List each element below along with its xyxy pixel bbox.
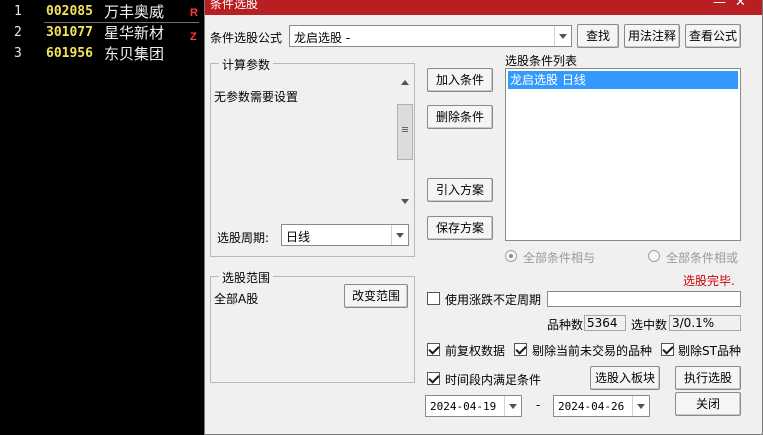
all-and-label: 全部条件相与	[523, 251, 596, 265]
all-or-radio[interactable]	[648, 250, 660, 262]
prior-adjust-label: 前复权数据	[445, 344, 506, 358]
chevron-down-icon[interactable]	[554, 26, 571, 46]
all-or-label: 全部条件相或	[666, 251, 739, 265]
time-range-label: 时间段内满足条件	[445, 373, 542, 387]
range-group: 选股范围 全部A股 改变范围	[210, 269, 415, 383]
exclude-untraded-label: 剔除当前未交易的品种	[532, 344, 653, 358]
params-scrollbar[interactable]	[397, 76, 413, 208]
exclude-st-label: 剔除ST品种	[678, 344, 741, 358]
scroll-thumb[interactable]	[397, 104, 413, 160]
scroll-up-icon[interactable]	[401, 80, 409, 85]
use-limit-period-checkbox[interactable]	[427, 292, 440, 305]
period-select-value: 日线	[286, 230, 311, 244]
date-to-value: 2024-04-26	[558, 400, 625, 413]
stock-code: 601956	[46, 46, 93, 61]
scroll-down-icon[interactable]	[401, 199, 409, 204]
stock-tag: R	[190, 7, 198, 19]
stock-code: 002085	[46, 4, 93, 19]
usage-notes-button[interactable]: 用法注释	[624, 24, 680, 48]
save-plan-button[interactable]: 保存方案	[427, 216, 493, 240]
period-label: 选股周期:	[217, 231, 270, 245]
params-group-title: 计算参数	[219, 56, 274, 73]
stock-code: 301077	[46, 25, 93, 40]
params-text: 无参数需要设置	[214, 90, 299, 104]
status-text: 选股完毕.	[683, 274, 735, 288]
to-block-button[interactable]: 选股入板块	[590, 366, 660, 390]
close-icon[interactable]: ✕	[735, 0, 746, 10]
stock-index: 3	[14, 46, 22, 61]
stock-name: 万丰奥威	[104, 3, 165, 21]
delete-condition-button[interactable]: 删除条件	[427, 105, 493, 129]
conditions-list-label: 选股条件列表	[505, 54, 578, 68]
period-select[interactable]: 日线	[281, 224, 409, 246]
import-plan-button[interactable]: 引入方案	[427, 178, 493, 202]
limit-period-input[interactable]	[547, 291, 741, 307]
chevron-down-icon[interactable]	[632, 396, 649, 416]
selected-count-label: 选中数	[631, 318, 668, 332]
view-formula-button[interactable]: 查看公式	[685, 24, 741, 48]
all-and-radio[interactable]	[505, 250, 517, 262]
formula-label: 条件选股公式	[210, 31, 283, 45]
add-condition-button[interactable]: 加入条件	[427, 68, 493, 92]
dialog-title: 条件选股	[210, 0, 259, 11]
stock-name: 东贝集团	[104, 45, 165, 63]
selected-count: 3/0.1%	[669, 315, 741, 331]
use-limit-period-label: 使用涨跌不定周期	[445, 293, 542, 307]
date-separator: -	[536, 398, 541, 412]
stock-index: 2	[14, 25, 22, 40]
conditions-list[interactable]: 龙启选股 日线	[505, 68, 741, 241]
formula-select-value: 龙启选股 -	[294, 31, 351, 45]
params-group: 计算参数 无参数需要设置 选股周期: 日线	[210, 56, 415, 257]
time-range-checkbox[interactable]	[427, 372, 440, 385]
minimize-icon[interactable]: —	[713, 0, 726, 10]
date-to-picker[interactable]: 2024-04-26	[553, 395, 650, 417]
stock-name: 星华新材	[104, 24, 165, 42]
title-bar[interactable]: 条件选股 — ✕	[205, 0, 762, 15]
change-range-button[interactable]: 改变范围	[344, 284, 408, 308]
stock-list: 1 002085 万丰奥威 R 2 301077 星华新材 Z 3 601956…	[0, 0, 205, 435]
execute-button[interactable]: 执行选股	[675, 366, 741, 390]
chevron-down-icon[interactable]	[504, 396, 521, 416]
range-value: 全部A股	[214, 292, 259, 306]
chevron-down-icon[interactable]	[391, 225, 408, 245]
variety-count: 5364	[584, 315, 626, 331]
formula-select[interactable]: 龙启选股 -	[289, 25, 572, 47]
exclude-st-checkbox[interactable]	[661, 343, 674, 356]
prior-adjust-checkbox[interactable]	[427, 343, 440, 356]
date-from-picker[interactable]: 2024-04-19	[425, 395, 522, 417]
exclude-untraded-checkbox[interactable]	[514, 343, 527, 356]
close-button[interactable]: 关闭	[675, 392, 741, 416]
stock-row[interactable]: 2 301077 星华新材 Z	[0, 23, 205, 43]
stock-row[interactable]: 3 601956 东贝集团	[0, 44, 205, 64]
stock-row[interactable]: 1 002085 万丰奥威 R	[0, 2, 205, 23]
date-from-value: 2024-04-19	[430, 400, 497, 413]
condition-item[interactable]: 龙启选股 日线	[508, 71, 738, 89]
find-button[interactable]: 查找	[577, 24, 619, 48]
condition-stock-picker-dialog: 条件选股 — ✕ 条件选股公式 龙启选股 - 查找 用法注释 查看公式 计算参数…	[204, 0, 763, 435]
variety-count-label: 品种数	[547, 318, 584, 332]
stock-index: 1	[14, 4, 22, 19]
range-group-title: 选股范围	[219, 269, 274, 286]
